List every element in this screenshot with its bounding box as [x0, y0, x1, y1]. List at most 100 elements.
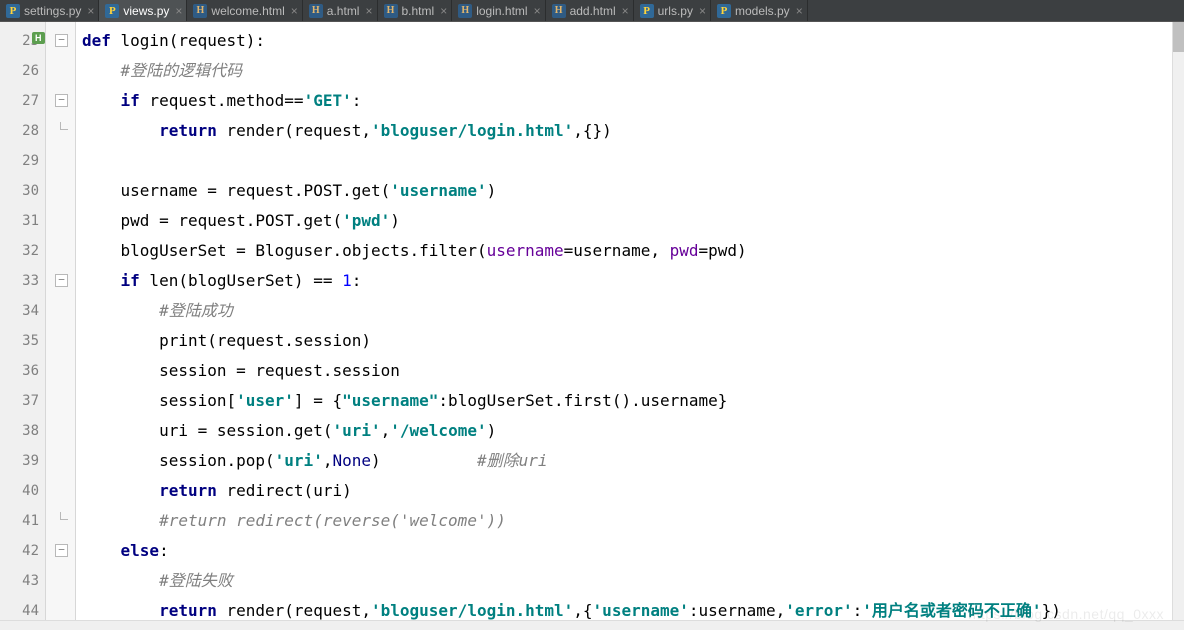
- code-line[interactable]: session.pop('uri',None) #删除uri: [82, 446, 1184, 476]
- close-icon[interactable]: ×: [794, 0, 803, 22]
- scrollbar-thumb[interactable]: [1173, 22, 1184, 52]
- code-line[interactable]: blogUserSet = Bloguser.objects.filter(us…: [82, 236, 1184, 266]
- tab-label: urls.py: [658, 0, 693, 22]
- fold-collapse-icon[interactable]: [46, 86, 75, 116]
- line-number: 35: [0, 326, 45, 356]
- fold-end-icon: [46, 506, 75, 536]
- code-area[interactable]: def login(request): #登陆的逻辑代码 if request.…: [76, 22, 1184, 630]
- tab-label: add.html: [570, 0, 616, 22]
- fold-spacer: [46, 146, 75, 176]
- close-icon[interactable]: ×: [620, 0, 629, 22]
- py-file-icon: P: [640, 4, 654, 18]
- line-number: 28: [0, 116, 45, 146]
- line-number: 43: [0, 566, 45, 596]
- line-number: 31: [0, 206, 45, 236]
- fold-spacer: [46, 176, 75, 206]
- code-line[interactable]: username = request.POST.get('username'): [82, 176, 1184, 206]
- code-line[interactable]: if request.method=='GET':: [82, 86, 1184, 116]
- html-file-icon: H: [193, 4, 207, 18]
- close-icon[interactable]: ×: [289, 0, 298, 22]
- line-number: 30: [0, 176, 45, 206]
- code-line[interactable]: else:: [82, 536, 1184, 566]
- tab-welcome-html[interactable]: Hwelcome.html×: [187, 0, 302, 21]
- line-number: 29: [0, 146, 45, 176]
- tab-login-html[interactable]: Hlogin.html×: [452, 0, 545, 21]
- vertical-scrollbar[interactable]: [1172, 22, 1184, 630]
- line-number: 40: [0, 476, 45, 506]
- line-number: 36: [0, 356, 45, 386]
- fold-spacer: [46, 416, 75, 446]
- code-line[interactable]: [82, 146, 1184, 176]
- py-file-icon: P: [717, 4, 731, 18]
- line-number: 38: [0, 416, 45, 446]
- fold-spacer: [46, 356, 75, 386]
- fold-column: [46, 22, 76, 630]
- fold-spacer: [46, 326, 75, 356]
- line-gutter: H 25262728293031323334353637383940414243…: [0, 22, 46, 630]
- py-file-icon: P: [105, 4, 119, 18]
- html-file-icon: H: [309, 4, 323, 18]
- close-icon[interactable]: ×: [363, 0, 372, 22]
- fold-collapse-icon[interactable]: [46, 536, 75, 566]
- tab-label: b.html: [402, 0, 435, 22]
- tab-add-html[interactable]: Hadd.html×: [546, 0, 634, 21]
- code-line[interactable]: #登陆失败: [82, 566, 1184, 596]
- tab-label: login.html: [476, 0, 527, 22]
- code-line[interactable]: uri = session.get('uri','/welcome'): [82, 416, 1184, 446]
- code-line[interactable]: session['user'] = {"username":blogUserSe…: [82, 386, 1184, 416]
- code-line[interactable]: if len(blogUserSet) == 1:: [82, 266, 1184, 296]
- code-line[interactable]: return redirect(uri): [82, 476, 1184, 506]
- close-icon[interactable]: ×: [173, 0, 182, 22]
- fold-collapse-icon[interactable]: [46, 266, 75, 296]
- code-line[interactable]: session = request.session: [82, 356, 1184, 386]
- code-line[interactable]: #登陆成功: [82, 296, 1184, 326]
- html-marker: H: [32, 32, 45, 44]
- line-number: 39: [0, 446, 45, 476]
- html-file-icon: H: [458, 4, 472, 18]
- code-line[interactable]: #return redirect(reverse('welcome')): [82, 506, 1184, 536]
- tab-label: welcome.html: [211, 0, 284, 22]
- fold-spacer: [46, 236, 75, 266]
- tab-label: a.html: [327, 0, 360, 22]
- tab-settings-py[interactable]: Psettings.py×: [0, 0, 99, 21]
- tab-a-html[interactable]: Ha.html×: [303, 0, 378, 21]
- close-icon[interactable]: ×: [697, 0, 706, 22]
- py-file-icon: P: [6, 4, 20, 18]
- fold-spacer: [46, 566, 75, 596]
- tab-views-py[interactable]: Pviews.py×: [99, 0, 187, 21]
- tab-label: views.py: [123, 0, 169, 22]
- html-file-icon: H: [384, 4, 398, 18]
- fold-collapse-icon[interactable]: [46, 26, 75, 56]
- tab-label: models.py: [735, 0, 790, 22]
- fold-end-icon: [46, 116, 75, 146]
- code-line[interactable]: #登陆的逻辑代码: [82, 56, 1184, 86]
- close-icon[interactable]: ×: [85, 0, 94, 22]
- fold-spacer: [46, 206, 75, 236]
- tab-label: settings.py: [24, 0, 81, 22]
- line-number: 34: [0, 296, 45, 326]
- tab-b-html[interactable]: Hb.html×: [378, 0, 453, 21]
- html-file-icon: H: [552, 4, 566, 18]
- close-icon[interactable]: ×: [438, 0, 447, 22]
- tab-models-py[interactable]: Pmodels.py×: [711, 0, 808, 21]
- line-number: 33: [0, 266, 45, 296]
- code-line[interactable]: print(request.session): [82, 326, 1184, 356]
- line-number: 32: [0, 236, 45, 266]
- code-line[interactable]: pwd = request.POST.get('pwd'): [82, 206, 1184, 236]
- close-icon[interactable]: ×: [532, 0, 541, 22]
- code-editor[interactable]: H 25262728293031323334353637383940414243…: [0, 22, 1184, 630]
- tab-urls-py[interactable]: Purls.py×: [634, 0, 711, 21]
- fold-spacer: [46, 446, 75, 476]
- line-number: 27: [0, 86, 45, 116]
- line-number: 37: [0, 386, 45, 416]
- line-number: 41: [0, 506, 45, 536]
- code-line[interactable]: return render(request,'bloguser/login.ht…: [82, 116, 1184, 146]
- line-number: 26: [0, 56, 45, 86]
- fold-spacer: [46, 476, 75, 506]
- fold-spacer: [46, 296, 75, 326]
- horizontal-scrollbar[interactable]: [0, 620, 1184, 630]
- fold-spacer: [46, 56, 75, 86]
- fold-spacer: [46, 386, 75, 416]
- code-line[interactable]: def login(request):: [82, 26, 1184, 56]
- line-number: 42: [0, 536, 45, 566]
